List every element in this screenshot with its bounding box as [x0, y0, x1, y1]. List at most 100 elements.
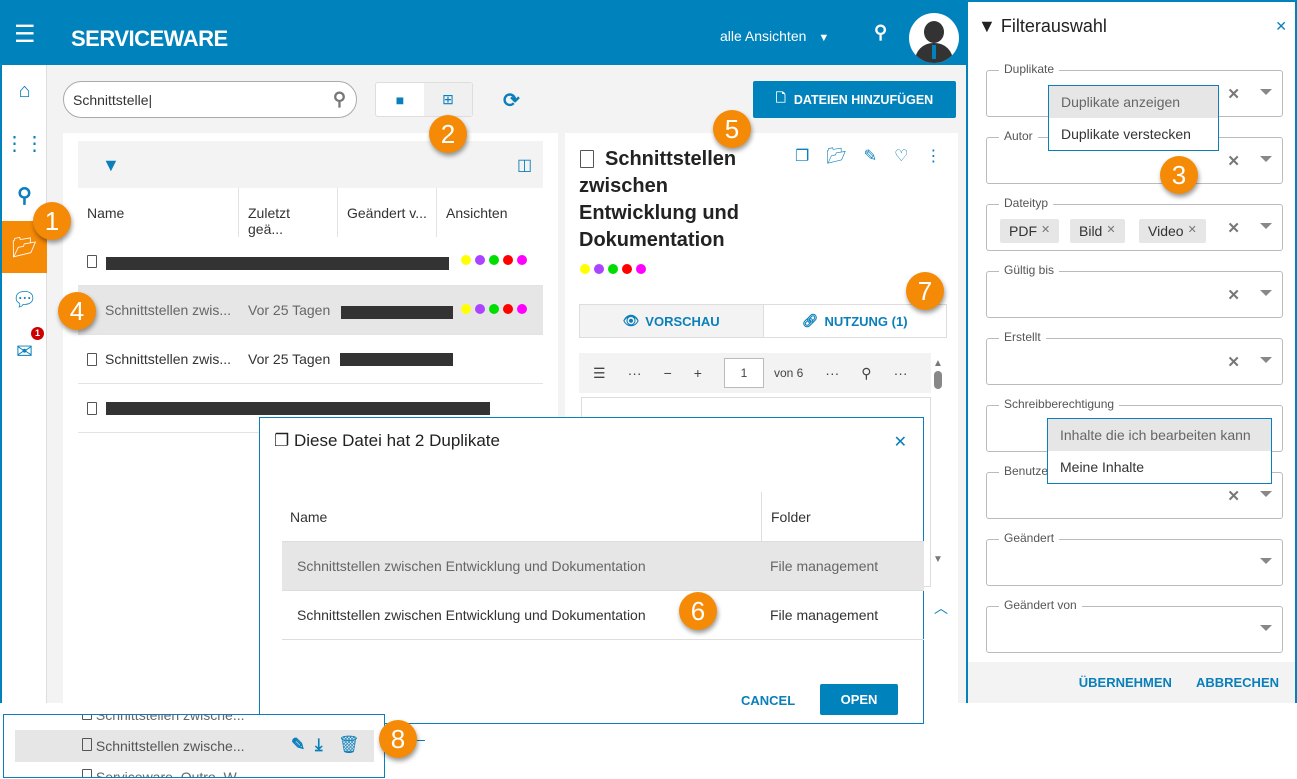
sidebar-item-chat[interactable]: 💬︎ [2, 273, 47, 325]
column-header-name[interactable]: Name [78, 188, 238, 237]
open-button[interactable]: OPEN [820, 684, 898, 715]
filter-icon[interactable]: ▼ [102, 155, 120, 176]
sidebar-item-mail[interactable]: ✉ 1 [2, 325, 47, 377]
logo: SERVICEWARE [71, 26, 228, 51]
chip-pdf[interactable]: PDF ✕ [1000, 219, 1060, 243]
filter-erstellt[interactable]: Erstellt ✕ [986, 330, 1283, 385]
sidebar-item-home[interactable]: ⌂ [2, 65, 47, 117]
option-editable-content[interactable]: Inhalte die ich bearbeiten kann [1048, 419, 1271, 451]
zoom-out-icon[interactable]: − [664, 365, 672, 381]
download-icon[interactable]: ⤓ [315, 735, 323, 755]
caret-down-icon[interactable] [1260, 223, 1272, 229]
more-icon[interactable]: ··· [825, 365, 839, 381]
hamburger-icon[interactable]: ☰ [14, 20, 36, 49]
callout-5: 5 [713, 110, 751, 148]
option-hide-duplicates[interactable]: Duplikate verstecken [1049, 118, 1218, 150]
caret-down-icon[interactable] [1260, 156, 1272, 162]
table-row-selected[interactable]: Schnittstellen zwis... Vor 25 Tagen [78, 286, 543, 335]
outline-icon[interactable]: ☰ [593, 365, 606, 382]
list-item[interactable]: Schnittstellen zwische... [82, 714, 245, 723]
caret-down-icon[interactable] [1260, 491, 1272, 497]
chip-bild[interactable]: Bild ✕ [1070, 219, 1125, 243]
list-item-hover[interactable]: Schnittstellen zwische... ✎ ⤓ 🗑︎ [15, 730, 374, 762]
filter-gueltig-bis[interactable]: Gültig bis ✕ [986, 263, 1283, 318]
tab-preview[interactable]: 👁︎ VORSCHAU [580, 305, 764, 337]
search-icon[interactable]: ⚲ [874, 22, 887, 43]
page-input[interactable]: 1 [723, 358, 764, 388]
more-vertical-icon[interactable]: ⋮ [925, 146, 941, 166]
column-header-changed-by[interactable]: Geändert v... [337, 188, 436, 237]
apply-button[interactable]: ÜBERNEHMEN [1079, 675, 1172, 690]
refresh-icon[interactable]: ⟳ [503, 88, 520, 113]
option-my-content[interactable]: Meine Inhalte [1048, 451, 1271, 483]
callout-2: 2 [429, 115, 467, 153]
avatar[interactable] [909, 13, 959, 63]
pencil-icon[interactable]: ✎ [864, 146, 877, 166]
filter-footer: ÜBERNEHMEN ABBRECHEN [968, 662, 1295, 703]
column-header-folder: Folder [761, 492, 811, 541]
list-item[interactable]: Serviceware_Outro_W... [82, 769, 248, 777]
remove-icon[interactable]: ✕ [1106, 224, 1115, 236]
cancel-button[interactable]: CANCEL [741, 693, 795, 708]
search-input[interactable]: Schnittstelle| ⚲ [63, 81, 357, 118]
search-icon[interactable]: ⚲ [333, 89, 346, 110]
table-row[interactable] [78, 237, 543, 286]
redacted-text [341, 306, 453, 319]
close-icon[interactable]: ✕ [894, 432, 907, 452]
copy-icon[interactable]: ❐ [795, 146, 809, 166]
view-color-dot [517, 304, 527, 314]
search-icon[interactable]: ⚲ [861, 365, 871, 382]
sidebar-item-tree[interactable]: ⋮⋮ [2, 117, 47, 169]
eye-icon: 👁︎ [622, 313, 640, 328]
column-header-views[interactable]: Ansichten [436, 188, 543, 237]
folder-view-button[interactable]: ■ [376, 83, 424, 116]
cancel-button[interactable]: ABBRECHEN [1196, 675, 1279, 690]
tab-usage[interactable]: 🔗︎ NUTZUNG (1) [764, 305, 947, 337]
dialog-row-selected[interactable]: Schnittstellen zwischen Entwicklung und … [282, 542, 924, 591]
row-modified: Vor 25 Tagen [248, 302, 331, 318]
remove-icon[interactable]: ✕ [1041, 224, 1050, 236]
clear-icon[interactable]: ✕ [1227, 286, 1240, 304]
trash-icon[interactable]: 🗑︎ [338, 735, 360, 755]
clear-icon[interactable]: ✕ [1227, 219, 1240, 237]
caret-down-icon[interactable] [1260, 357, 1272, 363]
heart-icon[interactable]: ♡ [894, 146, 908, 166]
chat-icon: 💬︎ [11, 288, 38, 311]
chip-label: Bild [1079, 223, 1103, 239]
chevron-up-icon[interactable]: ︿ [934, 598, 948, 618]
folder-open-icon: 📂︎ [11, 236, 38, 259]
caret-down-icon[interactable] [1260, 558, 1272, 564]
column-header-modified[interactable]: Zuletzt geä... [238, 188, 337, 237]
views-dropdown[interactable]: alle Ansichten ▼ [720, 28, 829, 44]
dialog-row[interactable]: Schnittstellen zwischen Entwicklung und … [282, 591, 924, 640]
filter-geaendert-von[interactable]: Geändert von [986, 598, 1283, 653]
list-toolbar: ▼ ◫ [78, 141, 543, 188]
more-icon[interactable]: ··· [894, 365, 908, 381]
add-files-button[interactable]: 🗋︎ DATEIEN HINZUFÜGEN [753, 81, 956, 118]
table-row[interactable]: Schnittstellen zwis... Vor 25 Tagen [78, 335, 543, 384]
filter-geaendert[interactable]: Geändert [986, 531, 1283, 586]
chip-video[interactable]: Video ✕ [1139, 219, 1206, 243]
option-show-duplicates[interactable]: Duplikate anzeigen [1049, 86, 1218, 118]
remove-icon[interactable]: ✕ [1188, 224, 1197, 236]
folder-open-icon[interactable]: 📂︎ [826, 146, 846, 166]
callout-4: 4 [58, 292, 96, 330]
filter-dateityp[interactable]: Dateityp PDF ✕ Bild ✕ Video ✕ ✕ [986, 196, 1283, 251]
caret-down-icon[interactable] [1260, 89, 1272, 95]
clear-icon[interactable]: ✕ [1227, 85, 1240, 103]
table-view-button[interactable]: ⊞ [424, 83, 472, 116]
caret-down-icon[interactable] [1260, 625, 1272, 631]
zoom-in-icon[interactable]: + [694, 365, 702, 381]
columns-icon[interactable]: ◫ [517, 155, 532, 175]
row-folder: File management [770, 607, 879, 623]
scrollbar[interactable]: ▲ ▼ [933, 358, 945, 568]
clear-icon[interactable]: ✕ [1227, 152, 1240, 170]
clear-icon[interactable]: ✕ [1227, 353, 1240, 371]
clear-icon[interactable]: ✕ [1227, 487, 1240, 505]
row-name: Schnittstellen zwische... [95, 714, 245, 723]
more-icon[interactable]: ··· [628, 365, 642, 381]
view-color-dot [475, 304, 485, 314]
pencil-icon[interactable]: ✎ [291, 735, 305, 755]
close-icon[interactable]: ✕ [1275, 18, 1287, 35]
caret-down-icon[interactable] [1260, 290, 1272, 296]
